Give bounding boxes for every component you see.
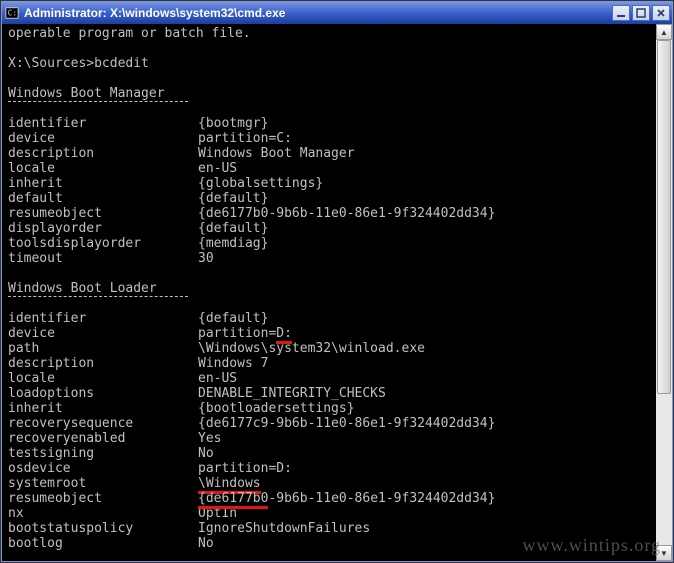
svg-text:C:\: C:\ xyxy=(8,9,19,18)
field-value: en-US xyxy=(198,161,237,176)
titlebar[interactable]: C:\ Administrator: X:\windows\system32\c… xyxy=(2,2,672,24)
close-button[interactable] xyxy=(652,5,670,21)
field-label: timeout xyxy=(8,251,198,266)
field-label: displayorder xyxy=(8,221,198,236)
field-value: {de6177b0-9b6b-11e0-86e1-9f324402dd34} xyxy=(198,206,495,221)
field-value: Windows 7 xyxy=(198,356,268,371)
field-label: device xyxy=(8,131,198,146)
field-value: {globalsettings} xyxy=(198,176,323,191)
field-label: default xyxy=(8,191,198,206)
field-label: path xyxy=(8,341,198,356)
field-value: \Windows xyxy=(198,476,261,491)
field-label: description xyxy=(8,146,198,161)
section-header: Windows Boot Manager xyxy=(8,86,165,101)
field-label: inherit xyxy=(8,401,198,416)
maximize-button[interactable] xyxy=(632,5,650,21)
field-value: IgnoreShutdownFailures xyxy=(198,521,370,536)
watermark: www.wintips.org xyxy=(522,535,661,556)
field-label: identifier xyxy=(8,311,198,326)
field-label: resumeobject xyxy=(8,491,198,506)
terminal-output[interactable]: operable program or batch file. X:\Sourc… xyxy=(2,24,672,561)
field-label: resumeobject xyxy=(8,206,198,221)
field-value: {de6177c9-9b6b-11e0-86e1-9f324402dd34} xyxy=(198,416,495,431)
output-line: operable program or batch file. xyxy=(8,26,251,41)
field-value: Windows Boot Manager xyxy=(198,146,355,161)
field-label: locale xyxy=(8,371,198,386)
section-header: Windows Boot Loader xyxy=(8,281,157,296)
field-value: {default} xyxy=(198,221,268,236)
scroll-up-button[interactable]: ▲ xyxy=(656,24,672,40)
field-value: Yes xyxy=(198,431,221,446)
scroll-track[interactable] xyxy=(656,40,672,545)
field-label: inherit xyxy=(8,176,198,191)
field-value: {memdiag} xyxy=(198,236,268,251)
field-label: loadoptions xyxy=(8,386,198,401)
vertical-scrollbar[interactable]: ▲ ▼ xyxy=(656,24,672,561)
field-value: partition=D: xyxy=(198,461,292,476)
field-label: bootstatuspolicy xyxy=(8,521,198,536)
highlighted-value: {de6177b0 xyxy=(198,491,268,506)
field-label: toolsdisplayorder xyxy=(8,236,198,251)
field-value: \Windows\system32\winload.exe xyxy=(198,341,425,356)
field-value: {de6177b0-9b6b-11e0-86e1-9f324402dd34} xyxy=(198,491,495,506)
field-value: {bootmgr} xyxy=(198,116,268,131)
command: bcdedit xyxy=(94,56,149,71)
field-label: description xyxy=(8,356,198,371)
field-value: {default} xyxy=(198,191,268,206)
field-label: bootlog xyxy=(8,536,198,551)
field-value: No xyxy=(198,536,214,551)
minimize-button[interactable] xyxy=(612,5,630,21)
field-label: recoverysequence xyxy=(8,416,198,431)
window-title: Administrator: X:\windows\system32\cmd.e… xyxy=(24,6,285,20)
field-value: {bootloadersettings} xyxy=(198,401,355,416)
field-label: osdevice xyxy=(8,461,198,476)
field-value: en-US xyxy=(198,371,237,386)
cmd-window: C:\ Administrator: X:\windows\system32\c… xyxy=(1,1,673,562)
field-value: 30 xyxy=(198,251,214,266)
field-value: partition=C: xyxy=(198,131,292,146)
field-label: device xyxy=(8,326,198,341)
highlighted-value: \Windows xyxy=(198,476,261,491)
field-value: {default} xyxy=(198,311,268,326)
field-label: identifier xyxy=(8,116,198,131)
scroll-thumb[interactable] xyxy=(657,40,671,394)
field-value: No xyxy=(198,446,214,461)
field-label: systemroot xyxy=(8,476,198,491)
cmd-icon: C:\ xyxy=(4,5,20,21)
field-value: DENABLE_INTEGRITY_CHECKS xyxy=(198,386,386,401)
field-label: locale xyxy=(8,161,198,176)
highlighted-drive: D: xyxy=(276,326,292,341)
prompt: X:\Sources> xyxy=(8,56,94,71)
field-label: recoveryenabled xyxy=(8,431,198,446)
field-value: partition=D: xyxy=(198,326,292,341)
field-label: testsigning xyxy=(8,446,198,461)
field-label: nx xyxy=(8,506,198,521)
